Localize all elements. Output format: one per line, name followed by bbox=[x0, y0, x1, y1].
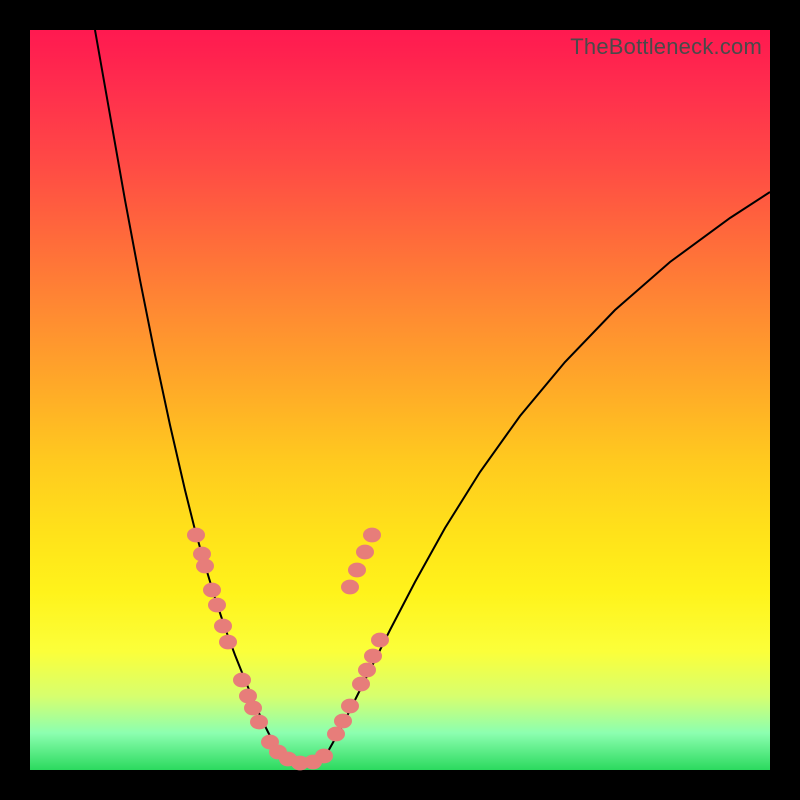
curve-left bbox=[95, 30, 280, 755]
data-point bbox=[315, 749, 333, 764]
data-point bbox=[219, 635, 237, 650]
scatter-dots bbox=[187, 528, 389, 771]
data-point bbox=[334, 714, 352, 729]
chart-overlay bbox=[30, 30, 770, 770]
data-point bbox=[187, 528, 205, 543]
data-point bbox=[363, 528, 381, 543]
data-point bbox=[208, 598, 226, 613]
data-point bbox=[233, 673, 251, 688]
data-point bbox=[341, 580, 359, 595]
data-point bbox=[203, 583, 221, 598]
data-point bbox=[352, 677, 370, 692]
data-point bbox=[341, 699, 359, 714]
data-point bbox=[214, 619, 232, 634]
outer-frame: TheBottleneck.com bbox=[0, 0, 800, 800]
data-point bbox=[244, 701, 262, 716]
data-point bbox=[364, 649, 382, 664]
data-point bbox=[356, 545, 374, 560]
plot-area: TheBottleneck.com bbox=[30, 30, 770, 770]
data-point bbox=[327, 727, 345, 742]
data-point bbox=[196, 559, 214, 574]
curve-right bbox=[326, 192, 770, 755]
data-point bbox=[348, 563, 366, 578]
data-point bbox=[250, 715, 268, 730]
data-point bbox=[371, 633, 389, 648]
data-point bbox=[358, 663, 376, 678]
